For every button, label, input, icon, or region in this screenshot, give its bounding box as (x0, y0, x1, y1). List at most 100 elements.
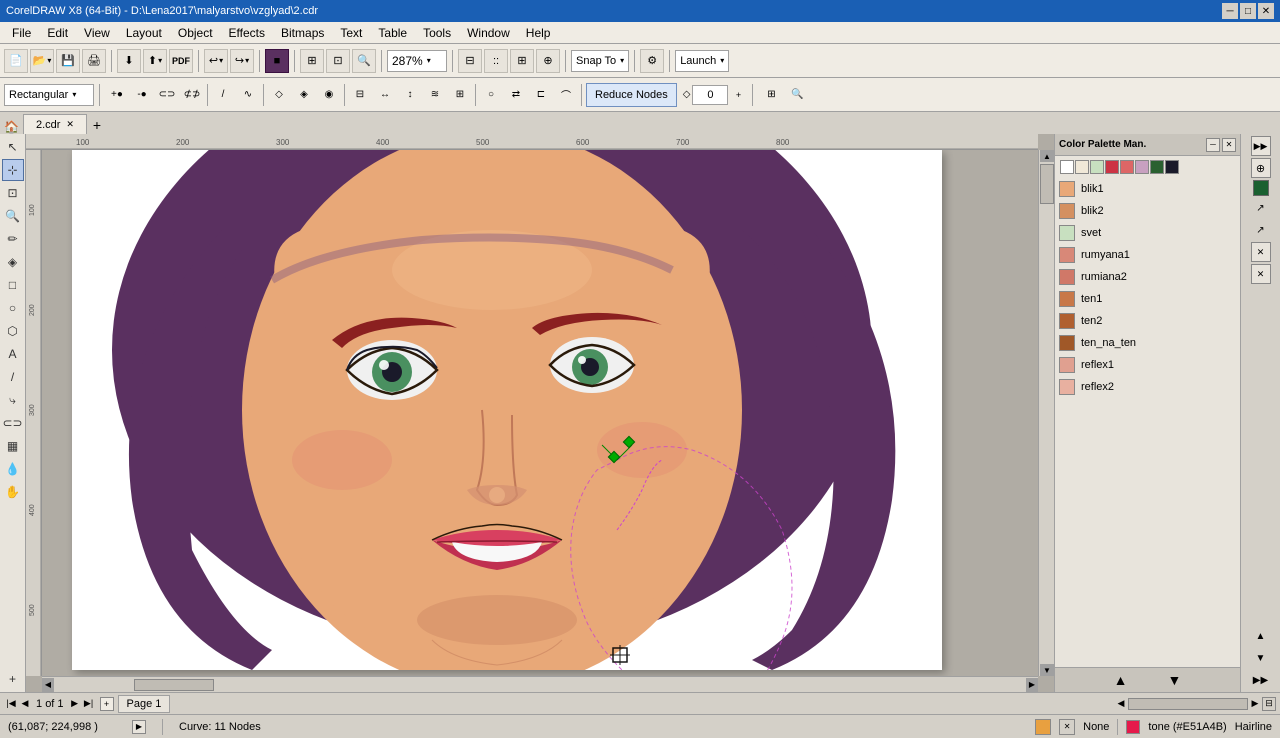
fill-tool[interactable]: ▦ (2, 435, 24, 457)
palette-item-svet[interactable]: svet (1055, 222, 1240, 244)
zoom-selection[interactable]: ⊡ (326, 49, 350, 73)
transform-button[interactable]: ⊞ (759, 83, 783, 107)
minimize-button[interactable]: ─ (1222, 3, 1238, 19)
page-nav-next[interactable]: ▶ (68, 697, 82, 711)
eyedropper-tool[interactable]: 💧 (2, 458, 24, 480)
active-fill-swatch[interactable] (1253, 180, 1269, 196)
fill-button[interactable]: ■ (265, 49, 289, 73)
grid-button[interactable]: :: (484, 49, 508, 73)
panel-expand[interactable]: ▶▶ (1251, 670, 1271, 690)
rectangle-tool[interactable]: □ (2, 274, 24, 296)
palette-item-rumiana2[interactable]: rumiana2 (1055, 266, 1240, 288)
expand-coords-button[interactable]: ▶ (132, 720, 146, 734)
node-count-increment[interactable]: + (730, 83, 746, 107)
print-button[interactable]: 🖨 (82, 49, 106, 73)
color-mix-button[interactable]: ⊕ (1251, 158, 1271, 178)
snap-button[interactable]: ⊕ (536, 49, 560, 73)
page-1-tab[interactable]: Page 1 (118, 695, 171, 713)
undo-button[interactable]: ↩▾ (204, 49, 228, 73)
symmetric-node-button[interactable]: ◉ (317, 83, 341, 107)
open-button[interactable]: 📂▾ (30, 49, 54, 73)
document-tab[interactable]: 2.cdr ✕ (23, 114, 87, 134)
auto-close-button[interactable]: ⌒ (554, 83, 578, 107)
close-button[interactable]: ✕ (1258, 3, 1274, 19)
join-nodes-button[interactable]: ⊂⊃ (155, 83, 179, 107)
snap-to-dropdown[interactable]: Snap To ▾ (571, 50, 629, 72)
panel-scroll-up[interactable]: ▲ (1251, 626, 1271, 646)
zoom-canvas-button[interactable]: 🔍 (785, 83, 809, 107)
smooth-node-button[interactable]: ◈ (292, 83, 316, 107)
close-panel-2[interactable]: ✕ (1251, 264, 1271, 284)
scroll-thumb[interactable] (1040, 164, 1054, 204)
palette-minimize-button[interactable]: ─ (1206, 138, 1220, 152)
shape-selector-dropdown[interactable]: Rectangular ▾ (4, 84, 94, 106)
scroll-left-button[interactable]: ◀ (42, 678, 54, 692)
text-tool[interactable]: A (2, 343, 24, 365)
hscroll-thumb-bottom[interactable] (1128, 698, 1248, 710)
break-node-button[interactable]: ⊄⊅ (180, 83, 204, 107)
palette-item-ten1[interactable]: ten1 (1055, 288, 1240, 310)
close-panel-1[interactable]: ✕ (1251, 242, 1271, 262)
status-snap-icon[interactable]: ✕ (1059, 719, 1075, 735)
line-node-button[interactable]: / (211, 83, 235, 107)
right-panel-nav2[interactable]: ↗ (1251, 220, 1271, 240)
menu-edit[interactable]: Edit (39, 24, 76, 42)
page-canvas[interactable] (42, 150, 1038, 676)
crop-tool[interactable]: ⊡ (2, 182, 24, 204)
home-tab[interactable]: 🏠 (4, 120, 19, 134)
menu-object[interactable]: Object (170, 24, 221, 42)
new-button[interactable]: 📄 (4, 49, 28, 73)
menu-view[interactable]: View (76, 24, 118, 42)
export-button[interactable]: ⬆▾ (143, 49, 167, 73)
zoom-level[interactable]: 287% ▾ (387, 50, 447, 72)
add-page-button[interactable]: + (2, 668, 24, 690)
lavender-swatch[interactable] (1135, 160, 1149, 174)
save-button[interactable]: 💾 (56, 49, 80, 73)
node-tool[interactable]: ⊹ (2, 159, 24, 181)
panel-scroll-down[interactable]: ▼ (1251, 648, 1271, 668)
elastic-mode-button[interactable]: ≋ (423, 83, 447, 107)
reflect-h-button[interactable]: ↔ (373, 83, 397, 107)
page-nav-last[interactable]: ▶| (82, 697, 96, 711)
hscroll-right-btn[interactable]: ▶ (1248, 697, 1262, 711)
view-mode-btn[interactable]: ⊟ (1262, 697, 1276, 711)
polygon-tool[interactable]: ⬡ (2, 320, 24, 342)
node-count-input[interactable] (692, 85, 728, 105)
status-icon-1[interactable] (1035, 719, 1051, 735)
reverse-curve-button[interactable]: ⇄ (504, 83, 528, 107)
freehand-tool[interactable]: ✏ (2, 228, 24, 250)
menu-bitmaps[interactable]: Bitmaps (273, 24, 332, 42)
select-all-nodes-button[interactable]: ⊞ (448, 83, 472, 107)
scroll-down-button[interactable]: ▼ (1040, 664, 1054, 676)
palette-item-rumyana1[interactable]: rumyana1 (1055, 244, 1240, 266)
options-button[interactable]: ⚙ (640, 49, 664, 73)
menu-help[interactable]: Help (518, 24, 559, 42)
menu-window[interactable]: Window (459, 24, 518, 42)
redo-button[interactable]: ↪▾ (230, 49, 254, 73)
menu-text[interactable]: Text (332, 24, 370, 42)
canvas-area[interactable]: 100 200 300 400 500 600 700 800 100 200 … (26, 134, 1054, 692)
palette-up-button[interactable]: ▲ (1114, 672, 1128, 688)
cream-swatch[interactable] (1075, 160, 1089, 174)
vertical-scrollbar[interactable]: ▲ ▼ (1038, 150, 1054, 676)
add-page-tab-button[interactable]: + (100, 697, 114, 711)
dark-green-swatch[interactable] (1150, 160, 1164, 174)
zoom-tool[interactable]: 🔍 (2, 205, 24, 227)
publish-pdf-button[interactable]: PDF (169, 49, 193, 73)
menu-file[interactable]: File (4, 24, 39, 42)
palette-item-blik1[interactable]: blik1 (1055, 178, 1240, 200)
hand-tool[interactable]: ✋ (2, 481, 24, 503)
import-button[interactable]: ⬇ (117, 49, 141, 73)
new-tab-button[interactable]: + (87, 116, 107, 134)
launch-dropdown[interactable]: Launch ▾ (675, 50, 729, 72)
panel-arrow-1[interactable]: ▶▶ (1251, 136, 1271, 156)
hscroll-thumb[interactable] (134, 679, 214, 691)
palette-item-reflex2[interactable]: reflex2 (1055, 376, 1240, 398)
cusp-node-button[interactable]: ◇ (267, 83, 291, 107)
connector-tool[interactable]: ⤷ (2, 389, 24, 411)
palette-item-ten_na_ten[interactable]: ten_na_ten (1055, 332, 1240, 354)
parallel-dim-tool[interactable]: / (2, 366, 24, 388)
add-node-button[interactable]: +● (105, 83, 129, 107)
white-swatch[interactable] (1060, 160, 1074, 174)
tab-close-icon[interactable]: ✕ (66, 119, 74, 130)
